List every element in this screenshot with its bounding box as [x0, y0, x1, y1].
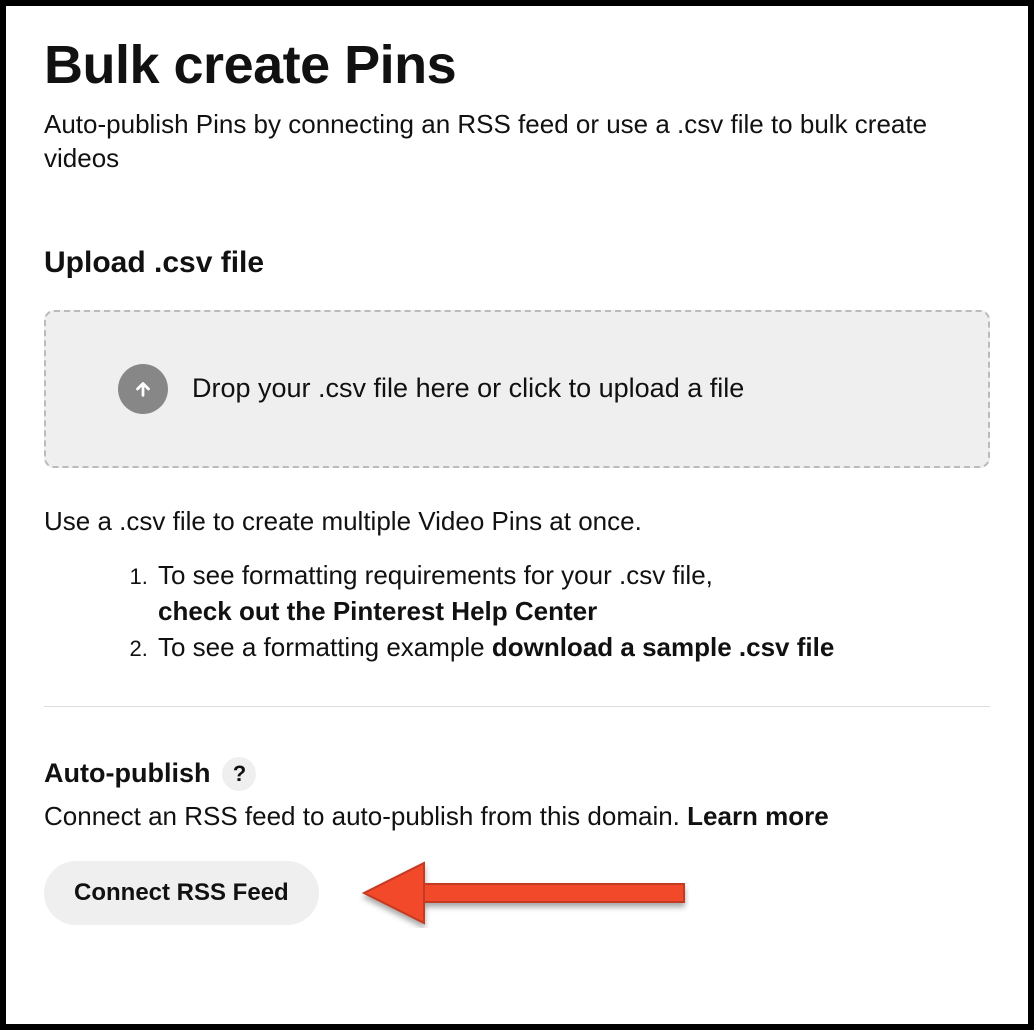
upload-icon: [118, 364, 168, 414]
step-text: To see a formatting example: [158, 632, 492, 662]
upload-steps-list: To see formatting requirements for your …: [44, 557, 990, 666]
annotation-arrow-icon: [359, 858, 689, 928]
list-item: To see formatting requirements for your …: [154, 557, 990, 630]
help-center-link[interactable]: check out the Pinterest Help Center: [158, 596, 597, 626]
list-item: To see a formatting example download a s…: [154, 629, 990, 665]
step-text: To see formatting requirements for your …: [158, 560, 713, 590]
dropzone-text: Drop your .csv file here or click to upl…: [192, 373, 744, 404]
auto-publish-desc-text: Connect an RSS feed to auto-publish from…: [44, 801, 687, 831]
help-icon[interactable]: ?: [222, 757, 256, 791]
upload-section-heading: Upload .csv file: [44, 246, 990, 280]
connect-rss-feed-button[interactable]: Connect RSS Feed: [44, 861, 319, 925]
learn-more-link[interactable]: Learn more: [687, 801, 829, 831]
section-divider: [44, 706, 990, 707]
upload-info-text: Use a .csv file to create multiple Video…: [44, 506, 990, 537]
auto-publish-description: Connect an RSS feed to auto-publish from…: [44, 801, 990, 832]
download-sample-link[interactable]: download a sample .csv file: [492, 632, 834, 662]
page-subtitle: Auto-publish Pins by connecting an RSS f…: [44, 108, 990, 176]
csv-dropzone[interactable]: Drop your .csv file here or click to upl…: [44, 310, 990, 468]
page-title: Bulk create Pins: [44, 34, 990, 96]
auto-publish-heading: Auto-publish: [44, 758, 210, 789]
